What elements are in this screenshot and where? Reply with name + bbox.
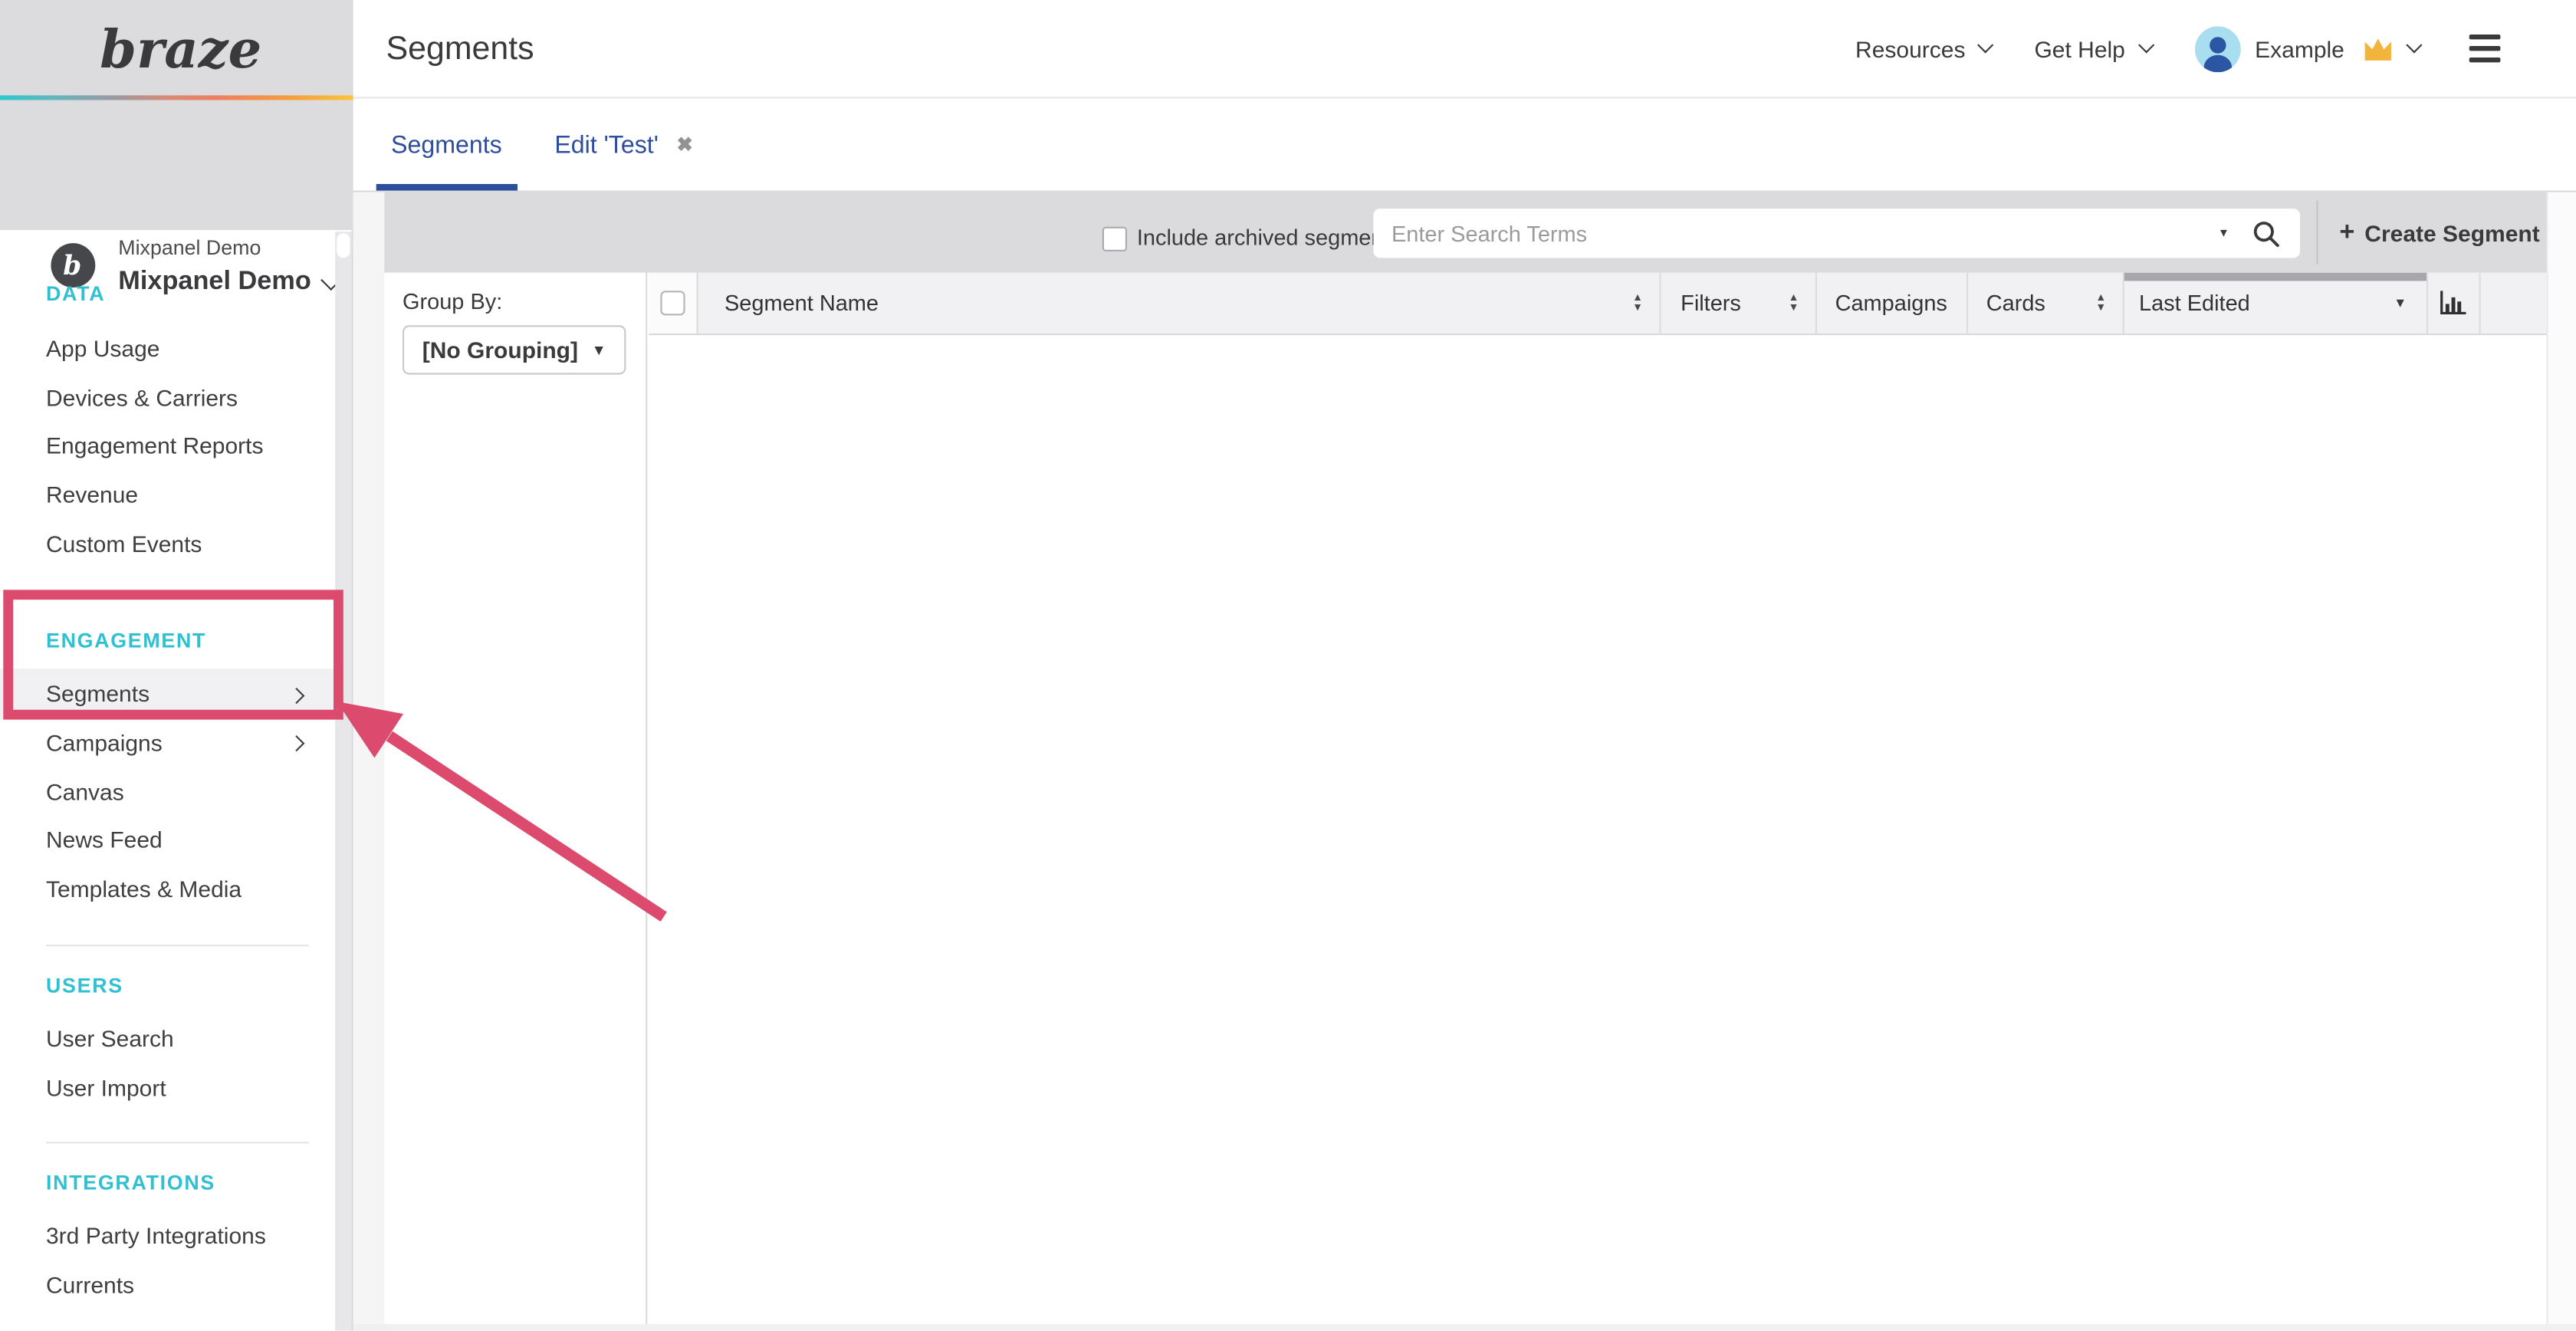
column-header-spacer [2481,273,2545,334]
sidebar-section-integrations: INTEGRATIONS [46,1170,215,1196]
sidebar-divider [46,945,309,946]
sidebar-divider [46,1142,309,1143]
sidebar-item-currents[interactable]: Currents [0,1260,335,1310]
tab-segments[interactable]: Segments [376,99,517,191]
workspace-group-label: Mixpanel Demo [118,237,261,260]
chevron-down-icon [1978,37,1994,53]
create-segment-label: Create Segment [2364,219,2539,245]
sidebar-item-news-feed[interactable]: News Feed [0,815,335,864]
chart-icon [2440,291,2467,315]
sidebar-scrollbar-thumb[interactable] [337,233,350,258]
segments-table-header: Segment Name ▲▼ Filters ▲▼ Campaigns Car… [649,273,2546,335]
annotation-highlight-box [3,590,343,719]
toolbar-divider [2316,200,2318,265]
svg-text:braze: braze [100,19,261,81]
column-label: Campaigns [1835,291,1947,315]
select-all-cell [649,273,698,334]
group-by-dropdown[interactable]: [No Grouping] ▼ [402,325,626,374]
get-help-menu[interactable]: Get Help [2034,35,2151,61]
select-all-checkbox[interactable] [660,291,685,315]
search-icon[interactable] [2252,219,2300,247]
crown-icon [2362,36,2394,61]
group-by-value: [No Grouping] [422,337,578,363]
column-header-last-edited[interactable]: Last Edited ▼ [2124,273,2428,334]
hamburger-menu-icon[interactable] [2469,35,2501,61]
sidebar-item-campaigns[interactable]: Campaigns [0,718,335,767]
avatar [2194,25,2240,71]
column-label: Segment Name [724,291,879,315]
sidebar-item-user-search[interactable]: User Search [0,1014,335,1063]
sorted-indicator-bar [2124,273,2426,281]
chevron-right-icon [288,735,304,751]
braze-logo: braze [90,13,271,89]
search-input[interactable] [1373,221,2211,245]
sidebar-item-engagement-reports[interactable]: Engagement Reports [0,421,335,470]
include-archived-label: Include archived segments [1137,220,1401,256]
column-label: Cards [1986,291,2045,315]
sidebar-item-3rd-party-integrations[interactable]: 3rd Party Integrations [0,1211,335,1260]
sidebar-item-revenue[interactable]: Revenue [0,470,335,519]
workspace-name: Mixpanel Demo [118,268,310,297]
column-header-segment-name[interactable]: Segment Name ▲▼ [698,273,1661,334]
sidebar-item-devices-carriers[interactable]: Devices & Carriers [0,373,335,422]
sort-icon[interactable]: ▲▼ [2095,294,2122,313]
sort-icon[interactable]: ▲▼ [1789,294,1815,313]
tab-bar: Segments Edit 'Test' ✖ [353,99,2576,192]
tab-edit-test[interactable]: Edit 'Test' ✖ [540,99,708,191]
segments-table-body [649,335,2546,1324]
sort-icon[interactable]: ▲▼ [1632,294,1659,313]
sidebar-section-users: USERS [46,973,123,999]
workspace-icon-letter: b [50,242,94,287]
tab-label: Edit 'Test' [554,130,659,158]
sidebar-item-app-usage[interactable]: App Usage [0,324,335,373]
chevron-down-icon [2406,37,2422,53]
sort-desc-icon[interactable]: ▼ [2394,296,2426,311]
sidebar-section-data: DATA [46,281,105,307]
plus-icon: + [2339,218,2354,248]
close-icon[interactable]: ✖ [676,135,693,155]
group-by-panel: Group By: [No Grouping] ▼ [384,273,647,1324]
content-right-rail [2546,192,2576,1331]
column-header-filters[interactable]: Filters ▲▼ [1661,273,1817,334]
workspace-selector[interactable]: b Mixpanel Demo Mixpanel Demo [0,100,353,230]
search-dropdown-arrow-icon[interactable]: ▼ [2211,228,2252,239]
sidebar-item-label: Campaigns [46,729,163,755]
page-title: Segments [386,31,534,69]
user-menu[interactable]: Example [2194,25,2420,71]
column-header-campaigns: Campaigns [1817,273,1968,334]
resources-label: Resources [1855,35,1965,61]
search-box: ▼ [1373,209,2300,258]
tab-label: Segments [391,130,502,158]
column-label: Filters [1681,291,1741,315]
content-left-rail [353,192,385,1331]
group-by-label: Group By: [402,289,502,314]
sidebar-item-templates-media[interactable]: Templates & Media [0,864,335,913]
top-bar: Segments Resources Get Help Example [353,0,2576,99]
sidebar-item-custom-events[interactable]: Custom Events [0,519,335,568]
dropdown-arrow-icon: ▼ [592,342,606,358]
column-header-cards[interactable]: Cards ▲▼ [1968,273,2124,334]
user-name: Example [2255,35,2344,61]
app-window: braze b Mixpanel Demo Mixpanel Demo DATA… [0,0,2576,1331]
include-archived-checkbox[interactable] [1102,227,1127,251]
segments-toolbar: Include archived segments ▼ + Create Seg… [384,192,2546,273]
column-label: Last Edited [2139,291,2250,315]
resources-menu[interactable]: Resources [1855,35,1992,61]
sidebar-item-user-import[interactable]: User Import [0,1063,335,1112]
logo-block: braze [0,0,353,95]
bottom-strip [353,1324,2576,1331]
create-segment-button[interactable]: + Create Segment [2339,192,2539,273]
sidebar-scrollbar-track[interactable] [335,232,351,1331]
sidebar-item-canvas[interactable]: Canvas [0,767,335,817]
get-help-label: Get Help [2034,35,2124,61]
chevron-down-icon [2137,37,2154,53]
column-header-analytics [2428,273,2481,334]
